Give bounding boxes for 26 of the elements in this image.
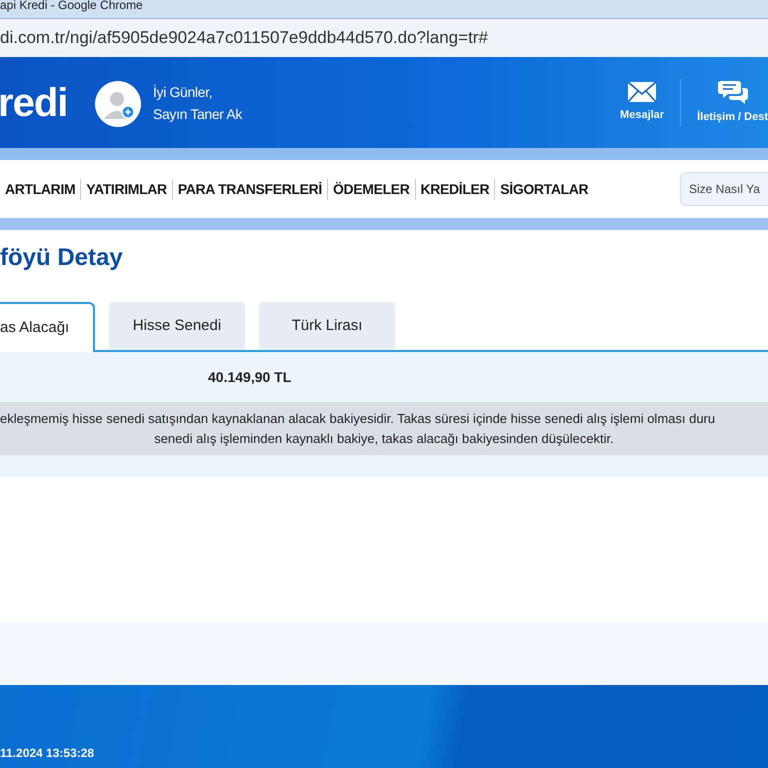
header-action[interactable]: Mesajlar	[620, 81, 664, 124]
user-name: Sayın Taner Ak	[153, 104, 242, 124]
nav-link[interactable]: PARA TRANSFERLERİ	[172, 178, 327, 200]
search-field[interactable]: Size Nasıl Ya	[680, 172, 768, 206]
tab[interactable]: Hisse Senedi	[109, 302, 245, 350]
chat-bubbles-icon	[718, 79, 748, 106]
info-text: senedi alış işleminden kaynaklı bakiye, takas alacağı bakiyesinden düşülecektir.	[154, 430, 614, 448]
url-text: di.com.tr/ngi/af5905de9024a7c011507e9ddb44d570.do?lang=tr#	[0, 27, 488, 50]
amount-text: 40.149,90 TL	[208, 368, 292, 386]
nav-link[interactable]: YATIRIMLAR	[81, 178, 172, 200]
page-title: föyü Detay	[0, 243, 123, 273]
tab[interactable]: Türk Lirası	[259, 302, 395, 350]
info-text: ekleşmemiş hisse senedi satışından kaynaklanan alacak bakiyesidir. Takas süresi içinde hisse senedi alış işlemi olması duru	[0, 410, 716, 428]
avatar-icon[interactable]	[95, 80, 141, 126]
header-action[interactable]: İletişim / Dest	[697, 79, 768, 126]
greeting-text: İyi Günler,	[153, 82, 214, 102]
nav-link[interactable]: ÖDEMELER	[328, 178, 415, 200]
tab[interactable]: as Alacağı	[0, 302, 95, 352]
address-bar[interactable]: di.com.tr/ngi/af5905de9024a7c011507e9ddb44d570.do?lang=tr#	[0, 18, 768, 57]
nav-link[interactable]: SİGORTALAR	[495, 178, 594, 200]
window-title: api Kredi - Google Chrome	[0, 0, 143, 12]
logo-text: redi	[0, 80, 68, 126]
last-login-text: 11.2024 13:53:28	[0, 745, 96, 762]
nav-link[interactable]: KREDİLER	[416, 178, 494, 200]
envelope-icon	[627, 81, 658, 104]
nav-link[interactable]: ARTLARIM	[0, 178, 80, 200]
